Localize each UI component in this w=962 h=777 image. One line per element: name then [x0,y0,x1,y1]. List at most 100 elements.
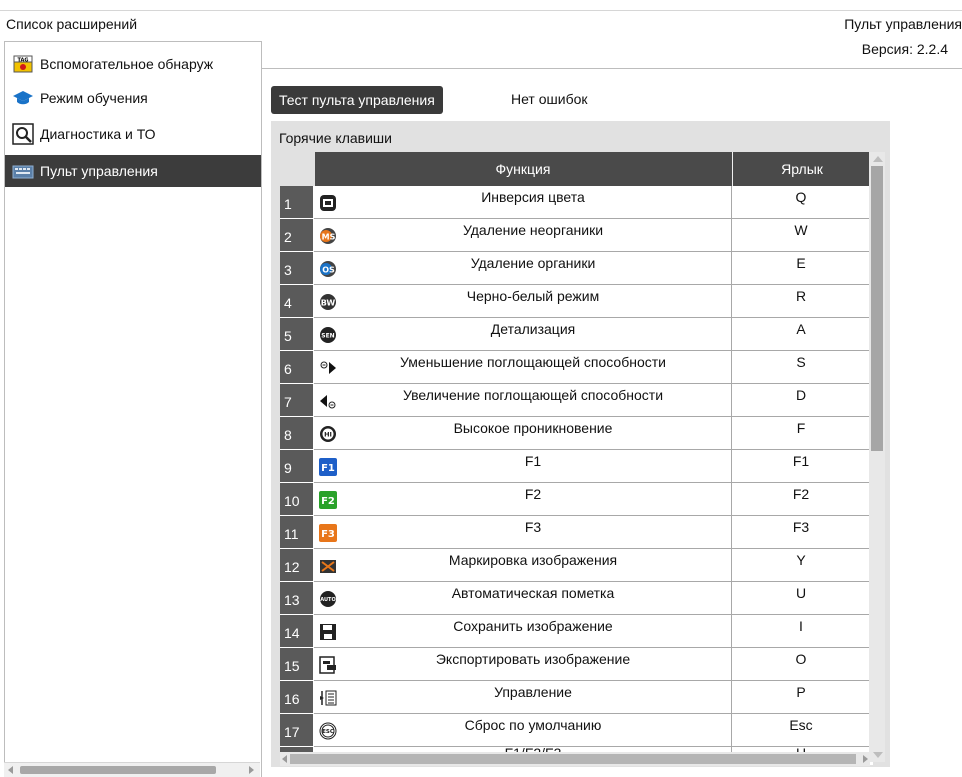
scroll-up-icon[interactable] [873,156,883,162]
scroll-left-icon[interactable] [8,766,13,774]
table-row[interactable]: 10 F2 F2 F2 [280,483,873,516]
row-number: 12 [280,549,313,581]
scroll-thumb[interactable] [290,754,856,764]
shortcut-cell[interactable]: P [732,684,870,700]
absorption-increase-icon [320,395,336,409]
shortcut-cell[interactable]: Esc [732,717,870,733]
table-header: Функция Ярлык [280,152,873,186]
hotkeys-title: Горячие клавиши [279,130,392,146]
column-header-function[interactable]: Функция [315,152,731,186]
row-number: 16 [280,681,313,713]
scroll-right-icon[interactable] [863,755,868,763]
shortcut-cell[interactable]: F [732,420,870,436]
scroll-thumb[interactable] [20,766,216,774]
table-row[interactable]: 7 Увеличение поглощающей способности D [280,384,873,417]
extension-item-training[interactable]: Режим обучения [5,82,261,114]
row-number: 15 [280,648,313,680]
table-row[interactable]: 6 Уменьшение поглощающей способности S [280,351,873,384]
table-vscrollbar[interactable] [869,152,885,762]
svg-text:F3: F3 [321,529,335,540]
shortcut-cell[interactable]: F3 [732,519,870,535]
function-cell: F2 [524,486,542,502]
shortcut-cell[interactable]: Y [732,552,870,568]
table-row[interactable]: 17 ESC Сброс по умолчанию Esc [280,714,873,747]
shortcut-cell[interactable]: U [732,585,870,601]
table-row[interactable]: 8 HI Высокое проникновение F [280,417,873,450]
column-header-shortcut[interactable]: Ярлык [732,152,871,186]
extension-item-detection[interactable]: TAG Вспомогательное обнаруж [5,48,261,80]
shortcut-cell[interactable]: S [732,354,870,370]
hotkeys-table: Функция Ярлык 1 Инверсия цвета Q 2 MS Удалени… [280,152,873,765]
hi-icon: HI [320,426,336,442]
table-hscrollbar[interactable] [280,752,870,766]
row-number: 6 [280,351,313,383]
scroll-left-icon[interactable] [282,755,287,763]
scroll-down-icon[interactable] [873,752,883,758]
shortcut-cell[interactable]: O [732,651,870,667]
row-number: 11 [280,516,313,548]
magnifier-icon [12,123,34,145]
image-marking-icon [320,560,336,573]
extension-item-control-panel[interactable]: Пульт управления [5,155,261,187]
table-row[interactable]: 12 Маркировка изображения Y [280,549,873,582]
shortcut-cell[interactable]: I [732,618,870,634]
function-cell: Детализация [490,321,576,337]
function-cell: Маркировка изображения [448,552,618,568]
function-cell: Автоматическая пометка [451,585,615,601]
shortcut-cell[interactable]: W [732,222,870,238]
shortcut-cell[interactable]: Q [732,189,870,205]
row-number: 14 [280,615,313,647]
extension-list[interactable]: TAG Вспомогательное обнаруж Режим обучен… [4,41,262,777]
export-icon [319,656,336,674]
header-corner [280,152,315,186]
svg-text:HI: HI [324,431,332,439]
shortcut-cell[interactable]: A [732,321,870,337]
sen-icon: SEN [320,327,336,343]
table-row[interactable]: 13 AUTO Автоматическая пометка U [280,582,873,615]
svg-text:SEN: SEN [321,333,334,340]
table-row[interactable]: 9 F1 F1 F1 [280,450,873,483]
save-icon [320,624,336,640]
scroll-right-icon[interactable] [249,766,254,774]
shortcut-cell[interactable]: R [732,288,870,304]
function-cell: Сохранить изображение [453,618,613,634]
test-status-text: Нет ошибок [511,91,588,107]
f3-icon: F3 [319,524,337,542]
function-cell: F1 [524,453,542,469]
extension-item-label: Пульт управления [40,163,158,179]
scroll-thumb[interactable] [871,166,883,451]
table-row[interactable]: 3 OS Удаление органики E [280,252,873,285]
table-row[interactable]: 1 Инверсия цвета Q [280,186,873,219]
function-cell: Экспортировать изображение [435,651,631,667]
table-row[interactable]: 16 Управление P [280,681,873,714]
shortcut-cell[interactable]: F2 [732,486,870,502]
svg-text:F2: F2 [321,496,335,507]
table-row[interactable]: 4 BW Черно-белый режим R [280,285,873,318]
function-cell: Увеличение поглощающей способности [402,387,664,403]
extension-item-label: Режим обучения [40,90,148,106]
row-number: 8 [280,417,313,449]
shortcut-cell[interactable]: E [732,255,870,271]
row-number: 1 [280,186,313,218]
keyboard-icon [12,165,34,179]
function-cell: Черно-белый режим [466,288,600,304]
extension-list-hscrollbar[interactable] [4,762,260,777]
ms-icon: MS [320,228,336,244]
function-cell: Инверсия цвета [481,189,585,205]
list-icon [320,690,337,706]
row-number: 4 [280,285,313,317]
row-number: 5 [280,318,313,350]
table-row[interactable]: 11 F3 F3 F3 [280,516,873,549]
test-control-panel-button[interactable]: Тест пульта управления [271,86,443,114]
svg-text:AUTO: AUTO [320,597,335,603]
auto-icon: AUTO [320,591,336,607]
table-row[interactable]: 15 Экспортировать изображение O [280,648,873,681]
shortcut-cell[interactable]: F1 [732,453,870,469]
hotkeys-group: Горячие клавиши Функция Ярлык 1 Инверсия … [271,121,890,767]
extension-item-diagnostics[interactable]: Диагностика и ТО [5,118,261,150]
table-row[interactable]: 5 SEN Детализация A [280,318,873,351]
shortcut-cell[interactable]: D [732,387,870,403]
table-row[interactable]: 14 Сохранить изображение I [280,615,873,648]
table-row[interactable]: 2 MS Удаление неорганики W [280,219,873,252]
function-cell: Уменьшение поглощающей способности [400,354,666,370]
